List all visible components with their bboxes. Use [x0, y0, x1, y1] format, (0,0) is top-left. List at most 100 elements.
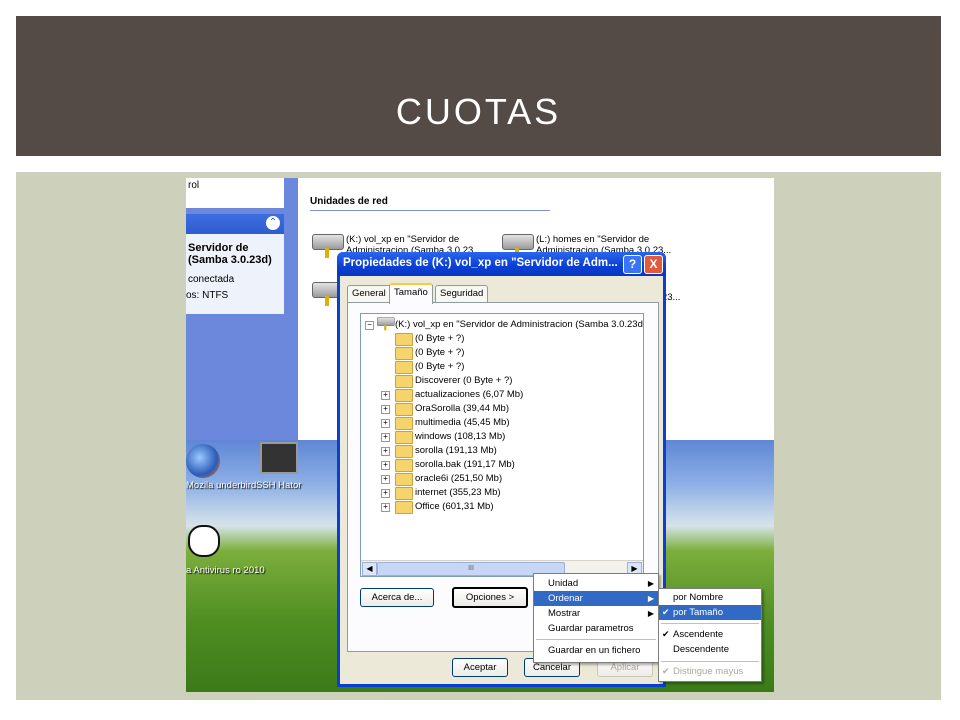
tree-folder-label: windows (108,13 Mb)	[415, 431, 506, 442]
network-drive-icon[interactable]	[502, 230, 534, 258]
explorer-sidebar: rol ⌃ Servidor de (Samba 3.0.23d) conect…	[186, 178, 298, 440]
folder-size-tree[interactable]: − (K:) vol_xp en "Servidor de Administra…	[360, 313, 644, 577]
menu-item-guardar-parametros[interactable]: Guardar parametros	[534, 621, 658, 636]
menu-item-ascendente[interactable]: ✔ Ascendente	[659, 627, 761, 642]
folder-icon	[395, 347, 413, 360]
close-button[interactable]: X	[644, 255, 663, 274]
tree-folder-label: (0 Byte + ?)	[415, 333, 465, 344]
thunderbird-icon[interactable]	[186, 444, 220, 478]
tab-general[interactable]: General	[347, 285, 391, 302]
expand-icon[interactable]: +	[381, 405, 390, 414]
menu-item-label: por Nombre	[673, 592, 724, 603]
folder-icon	[395, 403, 413, 416]
options-button[interactable]: Opciones >	[452, 587, 528, 608]
slide-title-banner: CUOTAS	[16, 16, 941, 156]
details-connected: conectada	[188, 274, 235, 285]
check-icon: ✔	[662, 607, 670, 617]
tree-folder-label: Discoverer (0 Byte + ?)	[415, 375, 513, 386]
tree-root-label: (K:) vol_xp en "Servidor de Administraci…	[395, 319, 644, 330]
tab-tamano[interactable]: Tamaño	[389, 283, 433, 304]
screenshot-area: rol ⌃ Servidor de (Samba 3.0.23d) conect…	[186, 178, 774, 692]
collapse-icon[interactable]: −	[365, 321, 374, 330]
tree-folder-label: sorolla.bak (191,17 Mb)	[415, 459, 515, 470]
tree-folder-label: oracle6i (251,50 Mb)	[415, 473, 503, 484]
network-drive-icon[interactable]	[312, 230, 344, 258]
details-title: Servidor de (Samba 3.0.23d)	[188, 242, 272, 266]
expand-icon[interactable]: +	[381, 419, 390, 428]
submenu-arrow-icon: ▶	[647, 579, 654, 588]
check-icon: ✔	[662, 666, 670, 676]
expand-icon[interactable]: +	[381, 461, 390, 470]
tree-folder-label: OraSorolla (39,44 Mb)	[415, 403, 509, 414]
expand-icon[interactable]: +	[381, 489, 390, 498]
menu-item-label: por Tamaño	[673, 607, 723, 618]
menu-item-guardar-fichero[interactable]: Guardar en un fichero	[534, 643, 658, 658]
expand-icon[interactable]: +	[381, 391, 390, 400]
tree-folder-label: (0 Byte + ?)	[415, 347, 465, 358]
sidebar-top-panel: rol	[186, 178, 284, 208]
folder-icon	[395, 375, 413, 388]
folder-icon	[395, 473, 413, 486]
desktop-icon-label[interactable]: Mozila underbird	[186, 480, 256, 491]
help-button[interactable]: ?	[623, 255, 642, 274]
tree-folder-label: (0 Byte + ?)	[415, 361, 465, 372]
network-drive-icon	[377, 315, 395, 331]
details-panel: Servidor de (Samba 3.0.23d) conectada os…	[186, 234, 284, 314]
desktop-icon-label[interactable]: a Antivirus ro 2010	[186, 565, 265, 576]
submenu-arrow-icon: ▶	[647, 609, 654, 618]
submenu-arrow-icon: ▶	[647, 594, 654, 603]
scroll-left-icon[interactable]: ◀	[362, 562, 377, 576]
slide-title: CUOTAS	[395, 91, 562, 132]
expand-icon[interactable]: +	[381, 433, 390, 442]
menu-item-label: Guardar en un fichero	[548, 645, 641, 656]
tab-seguridad[interactable]: Seguridad	[435, 285, 489, 302]
menu-item-label: Unidad	[548, 578, 579, 589]
menu-item-descendente[interactable]: Descendente	[659, 642, 761, 657]
sidebar-top-text: rol	[188, 180, 200, 191]
section-divider	[310, 210, 550, 211]
ssh-terminal-icon[interactable]	[260, 442, 298, 474]
tree-folder-label: actualizaciones (6,07 Mb)	[415, 389, 524, 400]
expand-icon[interactable]: +	[381, 475, 390, 484]
options-menu: Unidad ▶ Ordenar ▶ Mostrar ▶ Guardar parame…	[533, 573, 659, 663]
folder-icon	[395, 459, 413, 472]
menu-item-label: Mostrar	[548, 608, 581, 619]
menu-item-label: Ascendente	[673, 629, 724, 640]
details-header[interactable]: ⌃	[186, 214, 284, 234]
menu-item-label: Guardar parametros	[548, 623, 634, 634]
folder-icon	[395, 389, 413, 402]
menu-item-unidad[interactable]: Unidad ▶	[534, 576, 658, 591]
expand-icon[interactable]: +	[381, 503, 390, 512]
menu-item-ordenar[interactable]: Ordenar ▶	[534, 591, 658, 606]
expand-icon[interactable]: +	[381, 447, 390, 456]
folder-icon	[395, 431, 413, 444]
tree-folder-label: Office (601,31 Mb)	[415, 501, 494, 512]
check-icon: ✔	[662, 629, 670, 639]
folder-icon	[395, 417, 413, 430]
folder-icon	[395, 333, 413, 346]
panda-antivirus-icon[interactable]	[188, 525, 220, 557]
menu-item-por-nombre[interactable]: por Nombre	[659, 590, 761, 605]
menu-separator	[661, 623, 759, 624]
menu-item-mostrar[interactable]: Mostrar ▶	[534, 606, 658, 621]
folder-icon	[395, 501, 413, 514]
dialog-titlebar[interactable]: Propiedades de (K:) vol_xp en "Servidor …	[337, 252, 666, 276]
collapse-chevron-icon[interactable]: ⌃	[266, 216, 280, 230]
menu-separator	[536, 639, 656, 640]
menu-item-label: Distingue mayus	[673, 666, 744, 677]
desktop-icon-label[interactable]: SSH Hator	[256, 480, 301, 491]
accept-button[interactable]: Aceptar	[452, 658, 508, 677]
folder-icon	[395, 361, 413, 374]
menu-item-por-tamano[interactable]: ✔ por Tamaño	[659, 605, 761, 620]
folder-icon	[395, 445, 413, 458]
menu-separator	[661, 661, 759, 662]
dialog-title: Propiedades de (K:) vol_xp en "Servidor …	[343, 257, 618, 269]
network-section-title: Unidades de red	[310, 196, 388, 207]
menu-item-label: Descendente	[673, 644, 729, 655]
folder-icon	[395, 487, 413, 500]
menu-item-label: Ordenar	[548, 593, 583, 604]
menu-item-distingue-mayus[interactable]: ✔ Distingue mayus	[659, 664, 761, 679]
about-button[interactable]: Acerca de...	[360, 588, 434, 607]
ordenar-submenu: por Nombre ✔ por Tamaño ✔ Ascendente Desce…	[658, 588, 762, 682]
tree-folder-label: sorolla (191,13 Mb)	[415, 445, 497, 456]
